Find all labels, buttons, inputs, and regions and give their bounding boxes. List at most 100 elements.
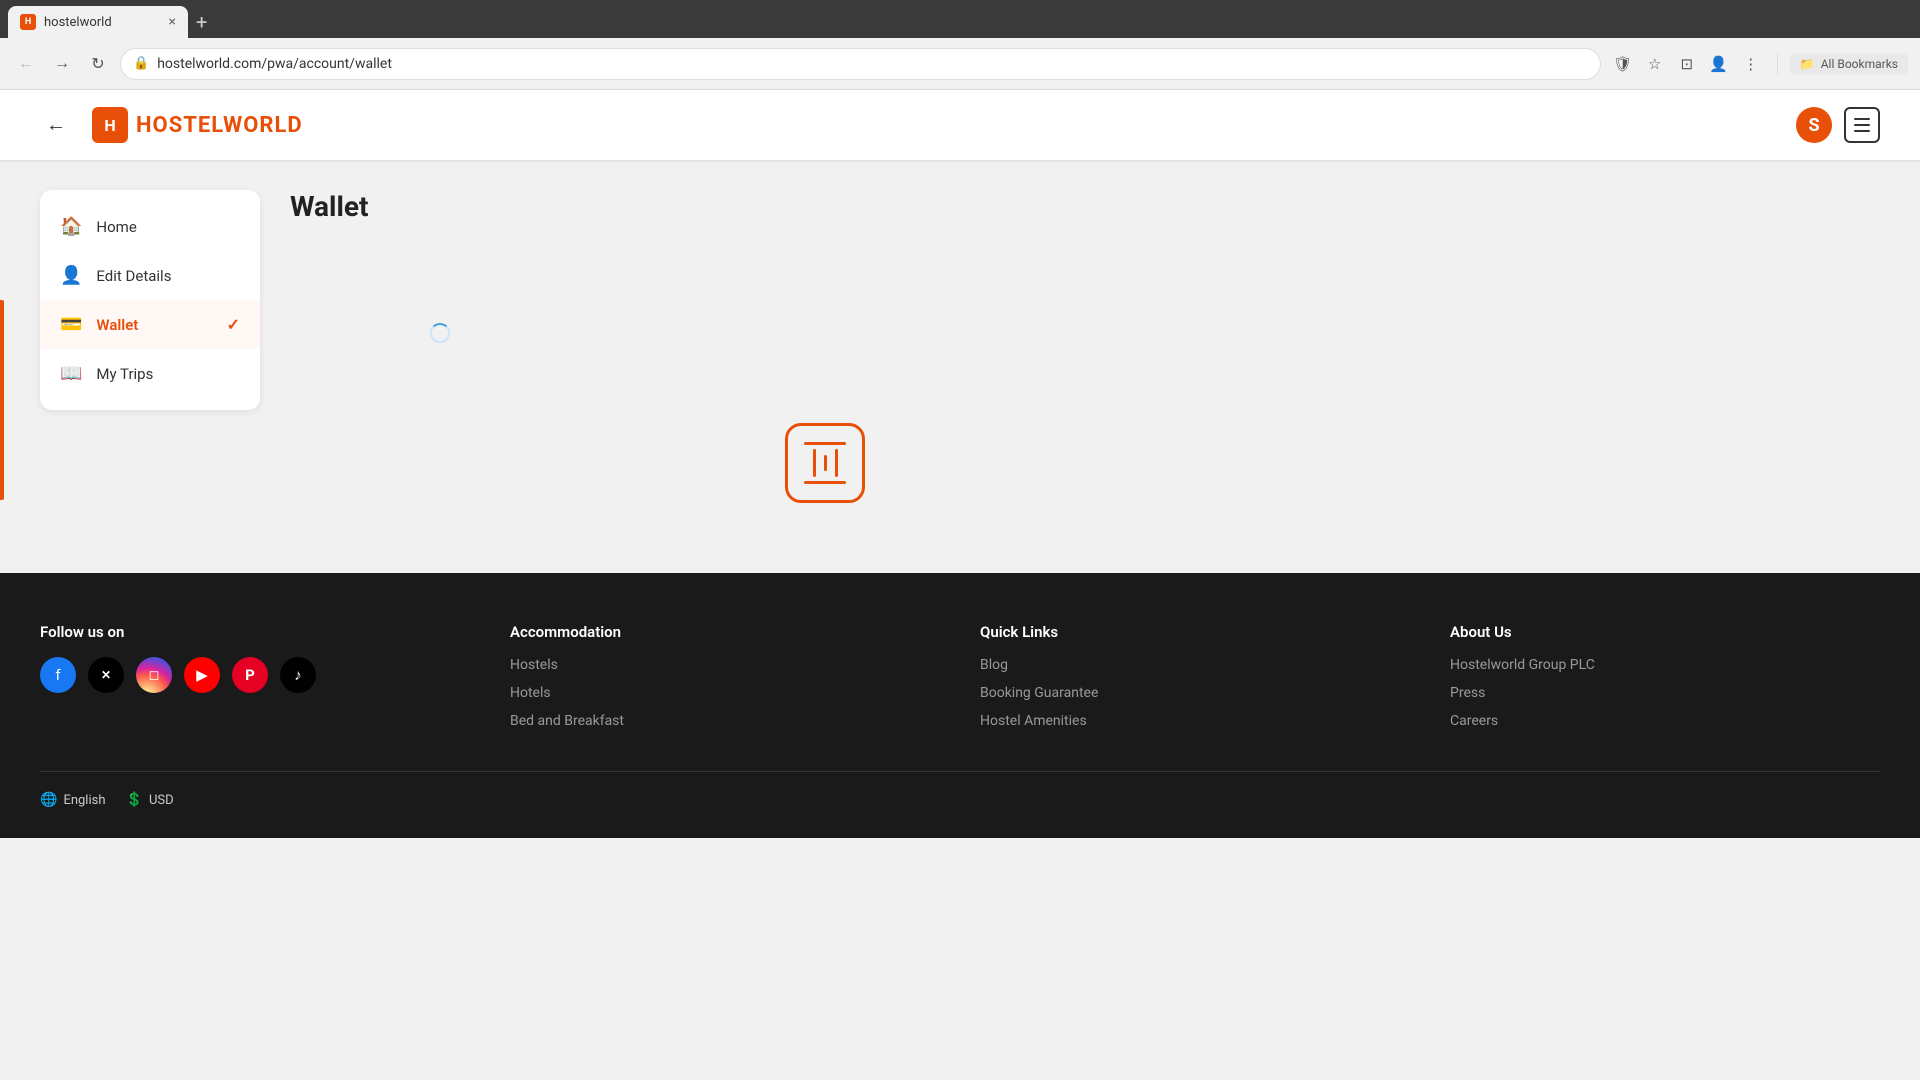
- tab-favicon-letter: H: [25, 17, 31, 27]
- wallet-check-icon: ✓: [227, 315, 240, 334]
- footer-link-press[interactable]: Press: [1450, 685, 1880, 701]
- sidebar-item-my-trips[interactable]: 📖 My Trips: [40, 349, 260, 398]
- split-view-button[interactable]: ⊡: [1673, 50, 1701, 78]
- browser-toolbar: ← → ↻ 🔒 hostelworld.com/pwa/account/wall…: [0, 38, 1920, 90]
- twitter-x-symbol: ✕: [101, 668, 111, 682]
- menu-line-2: [1854, 124, 1870, 126]
- trips-icon: 📖: [60, 363, 82, 384]
- back-nav-button[interactable]: ←: [12, 50, 40, 78]
- footer-quick-links-column: Quick Links Blog Booking Guarantee Hoste…: [980, 623, 1410, 741]
- currency-selector[interactable]: 💲 USD: [126, 792, 174, 808]
- sidebar-item-edit-details[interactable]: 👤 Edit Details: [40, 251, 260, 300]
- logo-text: HOSTELWORLD: [136, 113, 303, 138]
- url-text: hostelworld.com/pwa/account/wallet: [157, 56, 1588, 72]
- footer-accommodation-column: Accommodation Hostels Hotels Bed and Bre…: [510, 623, 940, 741]
- footer-quick-links-title: Quick Links: [980, 623, 1410, 641]
- content-area: [290, 243, 1360, 543]
- footer-social-column: Follow us on f ✕ ◻ ▶ P: [40, 623, 470, 741]
- currency-label: USD: [149, 793, 174, 808]
- site-header: ← H HOSTELWORLD S: [0, 90, 1920, 160]
- toolbar-divider: [1777, 54, 1778, 74]
- refresh-button[interactable]: ↻: [84, 50, 112, 78]
- more-menu-button[interactable]: ⋮: [1737, 50, 1765, 78]
- tiktok-symbol: ♪: [294, 666, 302, 684]
- footer-link-group-plc[interactable]: Hostelworld Group PLC: [1450, 657, 1880, 673]
- page-wrapper: ← H HOSTELWORLD S 🏠: [0, 90, 1920, 838]
- new-tab-button[interactable]: +: [196, 6, 207, 38]
- lock-icon: 🔒: [133, 56, 149, 71]
- language-globe-icon: 🌐: [40, 792, 57, 808]
- forward-nav-button[interactable]: →: [48, 50, 76, 78]
- footer-accommodation-title: Accommodation: [510, 623, 940, 641]
- instagram-icon[interactable]: ◻: [136, 657, 172, 693]
- sidebar-item-edit-details-label: Edit Details: [96, 267, 171, 285]
- currency-icon: 💲: [126, 792, 143, 808]
- facebook-icon[interactable]: f: [40, 657, 76, 693]
- logo-icon: H: [92, 107, 128, 143]
- sidebar-item-my-trips-label: My Trips: [96, 365, 153, 383]
- tab-title: hostelworld: [44, 15, 161, 30]
- youtube-symbol: ▶: [196, 666, 208, 684]
- footer-link-hostels[interactable]: Hostels: [510, 657, 940, 673]
- active-tab[interactable]: H hostelworld ×: [8, 6, 188, 38]
- facebook-symbol: f: [55, 666, 60, 684]
- footer-link-amenities[interactable]: Hostel Amenities: [980, 713, 1410, 729]
- hw-logo-inner: [804, 442, 846, 484]
- footer-about-column: About Us Hostelworld Group PLC Press Car…: [1450, 623, 1880, 741]
- bookmarks-button[interactable]: 📁 All Bookmarks: [1790, 53, 1908, 75]
- back-arrow-icon: ←: [46, 114, 66, 137]
- back-button[interactable]: ←: [40, 109, 72, 141]
- profile-button[interactable]: 👤: [1705, 50, 1733, 78]
- left-accent-bar: [0, 300, 4, 500]
- hw-watermark-logo: [785, 423, 865, 503]
- footer-follow-title: Follow us on: [40, 623, 470, 641]
- address-bar[interactable]: 🔒 hostelworld.com/pwa/account/wallet: [120, 48, 1601, 80]
- sidebar-item-home[interactable]: 🏠 Home: [40, 202, 260, 251]
- pinterest-icon[interactable]: P: [232, 657, 268, 693]
- header-right: S: [1796, 107, 1880, 143]
- page-title: Wallet: [290, 190, 1360, 223]
- tab-favicon: H: [20, 14, 36, 30]
- social-icons-container: f ✕ ◻ ▶ P ♪: [40, 657, 470, 693]
- footer-link-hotels[interactable]: Hotels: [510, 685, 940, 701]
- tiktok-icon[interactable]: ♪: [280, 657, 316, 693]
- footer-link-bnb[interactable]: Bed and Breakfast: [510, 713, 940, 729]
- pinterest-symbol: P: [245, 666, 255, 684]
- bookmark-star-button[interactable]: ☆: [1641, 50, 1669, 78]
- shield-icon-button[interactable]: 🛡: [1609, 50, 1637, 78]
- footer-grid: Follow us on f ✕ ◻ ▶ P: [40, 623, 1880, 741]
- browser-chrome: H hostelworld × + ← → ↻ 🔒 hostelworld.co…: [0, 0, 1920, 90]
- all-bookmarks-label: All Bookmarks: [1821, 57, 1898, 71]
- footer-bottom-bar: 🌐 English 💲 USD: [40, 771, 1880, 808]
- home-icon: 🏠: [60, 216, 82, 237]
- bookmarks-folder-icon: 📁: [1800, 57, 1815, 71]
- site-footer: Follow us on f ✕ ◻ ▶ P: [0, 573, 1920, 838]
- sidebar: 🏠 Home 👤 Edit Details 💳 Wallet ✓ 📖 My Tr…: [40, 190, 260, 410]
- twitter-x-icon[interactable]: ✕: [88, 657, 124, 693]
- loading-spinner: [430, 323, 454, 347]
- language-selector[interactable]: 🌐 English: [40, 792, 106, 808]
- wallet-icon: 💳: [60, 314, 82, 335]
- main-content: 🏠 Home 👤 Edit Details 💳 Wallet ✓ 📖 My Tr…: [0, 160, 1400, 573]
- youtube-icon[interactable]: ▶: [184, 657, 220, 693]
- sidebar-item-wallet[interactable]: 💳 Wallet ✓: [40, 300, 260, 349]
- hw-logo-box: [785, 423, 865, 503]
- logo-container[interactable]: H HOSTELWORLD: [92, 107, 303, 143]
- logo-letter: H: [104, 116, 115, 135]
- sidebar-item-wallet-label: Wallet: [96, 316, 138, 334]
- footer-link-careers[interactable]: Careers: [1450, 713, 1880, 729]
- user-avatar[interactable]: S: [1796, 107, 1832, 143]
- user-initial: S: [1808, 115, 1819, 136]
- footer-link-booking-guarantee[interactable]: Booking Guarantee: [980, 685, 1410, 701]
- footer-about-title: About Us: [1450, 623, 1880, 641]
- hw-lines-vertical: [813, 449, 838, 477]
- header-left: ← H HOSTELWORLD: [40, 107, 303, 143]
- hw-line-v-center: [824, 455, 827, 471]
- tab-close-button[interactable]: ×: [169, 14, 176, 30]
- language-label: English: [63, 793, 105, 808]
- browser-tabs: H hostelworld × +: [0, 0, 1920, 38]
- hamburger-menu-button[interactable]: [1844, 107, 1880, 143]
- sidebar-item-home-label: Home: [96, 218, 136, 236]
- toolbar-icons: 🛡 ☆ ⊡ 👤 ⋮: [1609, 50, 1765, 78]
- footer-link-blog[interactable]: Blog: [980, 657, 1410, 673]
